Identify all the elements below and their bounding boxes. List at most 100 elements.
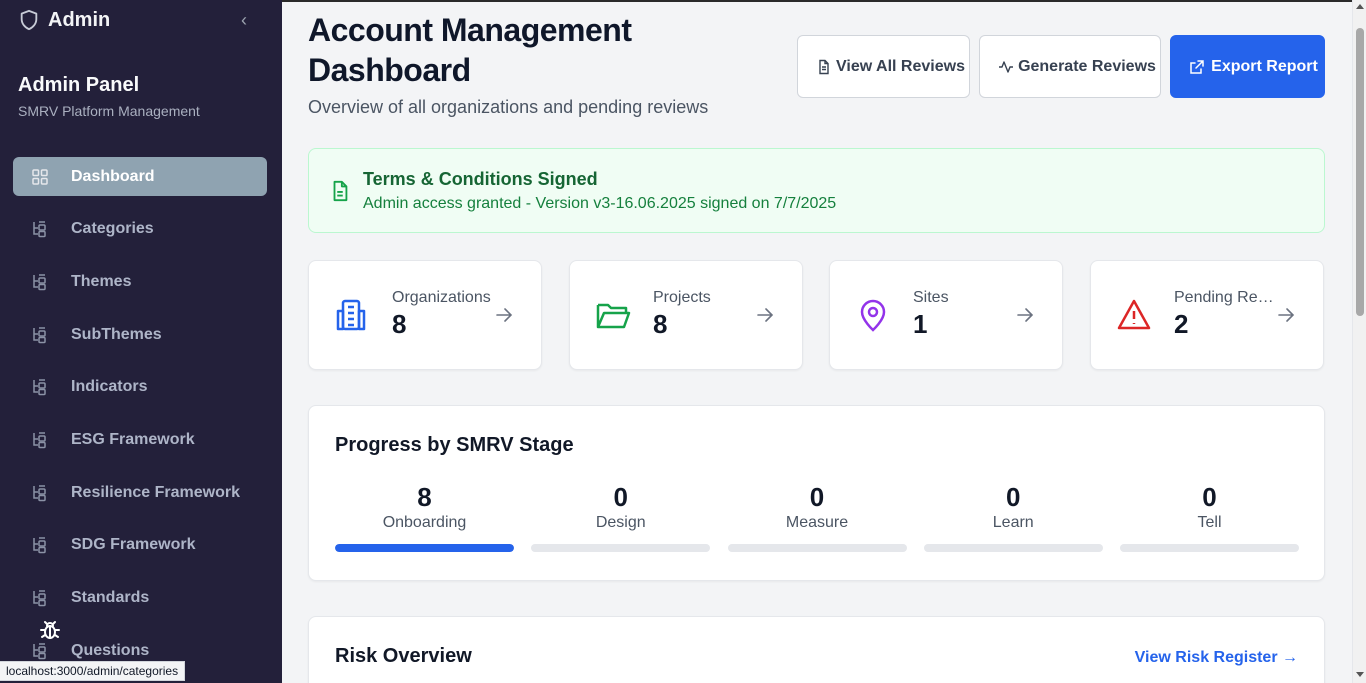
stage-measure: 0 Measure (727, 482, 907, 552)
brand-title: Admin (48, 8, 111, 31)
button-label: Generate Reviews (1018, 57, 1156, 75)
panel-title: Admin Panel (18, 74, 140, 96)
terms-description: Admin access granted - Version v3-16.06.… (363, 195, 837, 212)
arrow-right-icon (496, 308, 513, 322)
tree-icon (31, 326, 49, 344)
stat-card-organizations[interactable]: Organizations 8 (308, 260, 542, 370)
stat-label: Pending Reviews (1174, 289, 1274, 306)
stat-value: 8 (392, 309, 407, 339)
stage-progress-bar (923, 544, 1103, 552)
stage-name: Measure (785, 514, 849, 531)
terms-title: Terms & Conditions Signed (363, 169, 598, 189)
sidebar-item-themes[interactable]: Themes (13, 262, 267, 301)
stage-value: 0 (809, 482, 825, 512)
scroll-down-arrow-icon[interactable] (1356, 672, 1364, 677)
sidebar-header: Admin ‹ (18, 6, 254, 34)
tree-icon (31, 536, 49, 554)
export-report-button[interactable]: Export Report (1170, 35, 1325, 98)
collapse-sidebar-icon[interactable]: ‹ (234, 10, 254, 30)
sidebar-item-standards[interactable]: Standards (13, 579, 267, 618)
stat-value: 1 (913, 309, 928, 339)
stage-progress-fill (335, 544, 514, 552)
sidebar-item-label: Themes (71, 272, 132, 290)
sidebar-item-dashboard[interactable]: Dashboard (13, 157, 267, 196)
sidebar-item-subthemes[interactable]: SubThemes (13, 315, 267, 354)
tree-icon (31, 642, 49, 660)
stage-name: Onboarding (382, 514, 467, 531)
progress-card: Progress by SMRV Stage 8 Onboarding 0 De… (308, 405, 1325, 581)
stat-label: Sites (913, 289, 949, 306)
stage-tell: 0 Tell (1120, 482, 1299, 552)
sidebar-item-label: Questions (71, 641, 150, 659)
bug-icon[interactable] (38, 618, 62, 642)
arrow-right-icon (1278, 308, 1295, 322)
sidebar-item-esg-framework[interactable]: ESG Framework (13, 420, 267, 459)
scrollbar-thumb[interactable] (1356, 28, 1364, 316)
stat-card-pending-reviews[interactable]: Pending Reviews 2 (1090, 260, 1324, 370)
view-all-reviews-button[interactable]: View All Reviews (797, 35, 970, 98)
tree-icon (31, 484, 49, 502)
file-text-icon (333, 180, 348, 202)
sidebar-item-label: SDG Framework (71, 536, 196, 554)
page-title: Account Management Dashboard (308, 12, 632, 88)
stage-value: 0 (613, 482, 628, 512)
stage-value: 0 (1202, 482, 1217, 512)
stage-progress-bar (1120, 544, 1299, 552)
stage-name: Design (595, 514, 646, 531)
panel-subtitle: SMRV Platform Management (18, 103, 200, 119)
stat-value: 8 (653, 309, 668, 339)
shield-icon (20, 9, 38, 31)
stage-design: 0 Design (531, 482, 711, 552)
sidebar-item-label: Dashboard (71, 167, 155, 185)
stage-name: Tell (1197, 514, 1222, 531)
main-content: Account Management Dashboard Overview of… (282, 0, 1352, 683)
tree-icon (31, 220, 49, 238)
progress-title: Progress by SMRV Stage (335, 434, 574, 456)
dashboard-grid-icon (31, 168, 49, 186)
status-bar-url: localhost:3000/admin/categories (0, 661, 186, 681)
sidebar-item-label: Indicators (71, 378, 148, 396)
sidebar-item-indicators[interactable]: Indicators (13, 368, 267, 407)
arrow-right-icon (757, 308, 774, 322)
alert-triangle-icon (1117, 299, 1151, 330)
generate-reviews-button[interactable]: Generate Reviews (979, 35, 1161, 98)
stat-card-projects[interactable]: Projects 8 (569, 260, 803, 370)
sidebar-item-categories[interactable]: Categories (13, 210, 267, 249)
terms-signed-banner: Terms & Conditions Signed Admin access g… (308, 148, 1325, 233)
tree-icon (31, 273, 49, 291)
sidebar: Admin ‹ Admin Panel SMRV Platform Manage… (0, 0, 282, 683)
sidebar-item-label: Categories (71, 220, 154, 238)
stage-onboarding: 8 Onboarding (335, 482, 514, 552)
button-label: Export Report (1211, 57, 1318, 75)
stat-card-sites[interactable]: Sites 1 (829, 260, 1063, 370)
stage-value: 0 (1006, 482, 1021, 512)
sidebar-item-label: Standards (71, 589, 150, 606)
tree-icon (31, 378, 49, 396)
sidebar-item-sdg-framework[interactable]: SDG Framework (13, 526, 267, 565)
tree-icon (31, 589, 49, 607)
sidebar-item-label: SubThemes (71, 325, 162, 343)
page-subtitle: Overview of all organizations and pendin… (308, 97, 709, 117)
stage-progress-bar (531, 544, 711, 552)
building-icon (336, 299, 366, 331)
sidebar-item-label: ESG Framework (71, 430, 195, 448)
stat-label: Organizations (392, 289, 491, 306)
map-pin-icon (860, 299, 886, 332)
external-link-icon (1189, 59, 1205, 75)
view-risk-register-link[interactable]: View Risk Register → (1135, 649, 1298, 667)
scroll-up-arrow-icon[interactable] (1356, 4, 1364, 9)
sidebar-item-label: Resilience Framework (71, 483, 240, 501)
document-icon (816, 59, 832, 75)
stat-label: Projects (653, 289, 711, 306)
tree-icon (31, 431, 49, 449)
stat-value: 2 (1174, 309, 1189, 339)
button-label: View All Reviews (836, 57, 965, 75)
sidebar-item-resilience-framework[interactable]: Resilience Framework (13, 473, 267, 512)
page-scrollbar[interactable] (1352, 0, 1366, 683)
risk-title: Risk Overview (335, 645, 472, 667)
stage-progress-bar (727, 544, 907, 552)
arrow-right-icon (1017, 308, 1034, 322)
sidebar-nav: Dashboard Categories Themes SubThemes In… (13, 157, 267, 683)
stage-learn: 0 Learn (923, 482, 1103, 552)
stage-list: 8 Onboarding 0 Design 0 Measure 0 Learn … (335, 482, 1299, 552)
